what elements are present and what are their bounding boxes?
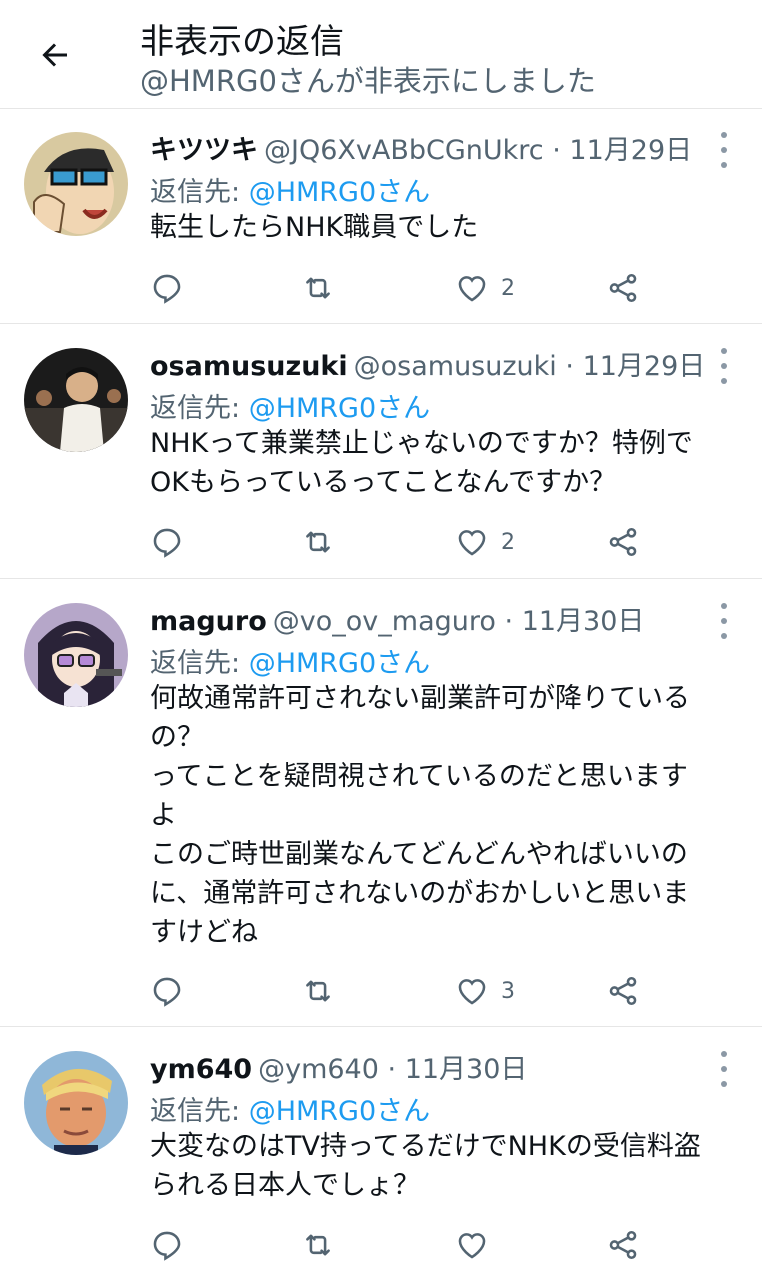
avatar[interactable] [24,348,128,452]
tweet-text: 何故通常許可されない副業許可が降りている の？ ってことを疑問視されているのだと… [150,683,690,948]
share-button[interactable] [606,1223,640,1267]
share-button[interactable] [606,266,640,310]
more-button[interactable] [714,1051,734,1087]
reply-to-line: 返信先: @HMRG0さん [150,641,430,680]
tweet-meta: osamusuzuki @osamusuzuki · 11月29日 [150,344,705,383]
reply-icon [153,274,181,304]
reply-to-link[interactable]: @HMRG0さん [249,648,430,679]
reply-label: 返信先: [150,1096,241,1127]
reply-label: 返信先: [150,393,241,424]
more-button[interactable] [714,348,734,384]
tweet-meta: ym640 @ym640 · 11月30日 [150,1047,527,1086]
tweet[interactable]: maguro @vo_ov_maguro · 11月30日 返信先: @HMRG0… [0,579,762,1027]
separator: · [552,135,561,166]
reply-to-link[interactable]: @HMRG0さん [249,1096,430,1127]
retweet-icon [306,1234,330,1256]
display-name[interactable]: ym640 [150,1054,252,1085]
share-button[interactable] [606,969,640,1013]
separator: · [387,1054,397,1085]
tweet[interactable]: キツツキ @JQ6XvABbCGnUkrc · 11月29日 返信先: @HMRG… [0,108,762,324]
heart-icon [458,530,486,556]
reply-label: 返信先: [150,648,241,679]
timestamp[interactable]: 11月30日 [522,606,645,637]
heart-icon [458,979,486,1005]
page-subtitle: @HMRG0さんが非表示にしました [140,64,596,98]
timestamp[interactable]: 11月29日 [569,135,692,166]
reply-button[interactable] [150,266,184,310]
heart-icon [458,276,486,302]
handle[interactable]: @JQ6XvABbCGnUkrc [264,135,544,166]
like-button[interactable]: 2 [455,266,515,310]
more-button[interactable] [714,603,734,639]
reply-to-link[interactable]: @HMRG0さん [249,177,430,208]
reply-button[interactable] [150,520,184,564]
display-name[interactable]: maguro [150,606,267,637]
retweet-icon [306,531,330,553]
heart-icon [458,1233,486,1259]
like-count: 2 [501,275,515,301]
retweet-button[interactable] [300,266,336,310]
retweet-button[interactable] [300,520,336,564]
more-button[interactable] [714,132,734,168]
tweet-actions: 2 [150,520,650,564]
like-count: 2 [501,529,515,555]
separator: · [565,351,574,382]
handle[interactable]: @vo_ov_maguro [273,606,496,637]
like-button[interactable]: 3 [455,969,515,1013]
tweet[interactable]: ym640 @ym640 · 11月30日 返信先: @HMRG0さん 大変なのは… [0,1027,762,1280]
tweet-actions: 2 [150,266,650,310]
more-vertical-icon [721,603,727,609]
reply-button[interactable] [150,969,184,1013]
reply-to-line: 返信先: @HMRG0さん [150,386,430,425]
share-icon [609,1230,637,1260]
retweet-icon [306,980,330,1002]
more-vertical-icon [721,348,727,354]
tweet-actions [150,1223,650,1267]
tweet-text: 転生したらNHK職員でした [150,212,479,243]
display-name[interactable]: osamusuzuki [150,351,348,382]
reply-to-line: 返信先: @HMRG0さん [150,1089,430,1128]
avatar[interactable] [24,132,128,236]
more-vertical-icon [721,1051,727,1057]
reply-label: 返信先: [150,177,241,208]
share-icon [609,273,637,303]
reply-to-link[interactable]: @HMRG0さん [249,393,430,424]
arrow-left-icon [42,43,67,67]
share-button[interactable] [606,520,640,564]
separator: · [504,606,514,637]
timestamp[interactable]: 11月29日 [583,351,706,382]
like-button[interactable]: 2 [455,520,515,564]
more-vertical-icon [721,132,727,138]
retweet-icon [306,277,330,299]
handle[interactable]: @osamusuzuki [354,351,557,382]
display-name[interactable]: キツツキ [150,135,258,166]
share-icon [609,976,637,1006]
tweet-meta: キツツキ @JQ6XvABbCGnUkrc · 11月29日 [150,128,692,167]
tweet-meta: maguro @vo_ov_maguro · 11月30日 [150,599,644,638]
tweet-text: NHKって兼業禁止じゃないのですか？特例で OKもらっているってことなんですか？ [150,428,693,498]
retweet-button[interactable] [300,1223,336,1267]
retweet-button[interactable] [300,969,336,1013]
back-button[interactable] [30,30,80,80]
reply-icon [153,1231,181,1261]
tweet[interactable]: osamusuzuki @osamusuzuki · 11月29日 返信先: @H… [0,324,762,579]
page-title: 非表示の返信 [140,22,344,62]
like-button[interactable] [455,1223,501,1267]
top-bar: 非表示の返信 @HMRG0さんが非表示にしました [0,0,762,109]
like-count: 3 [501,978,515,1004]
reply-icon [153,528,181,558]
avatar[interactable] [24,603,128,707]
tweet-text: 大変なのはTV持ってるだけでNHKの受信料盗 られる日本人でしょ？ [150,1131,701,1201]
avatar[interactable] [24,1051,128,1155]
reply-button[interactable] [150,1223,184,1267]
reply-icon [153,977,181,1007]
reply-to-line: 返信先: @HMRG0さん [150,170,430,209]
hidden-replies-list: キツツキ @JQ6XvABbCGnUkrc · 11月29日 返信先: @HMRG… [0,108,762,1280]
tweet-actions: 3 [150,969,650,1013]
share-icon [609,527,637,557]
handle[interactable]: @ym640 [258,1054,379,1085]
timestamp[interactable]: 11月30日 [405,1054,528,1085]
